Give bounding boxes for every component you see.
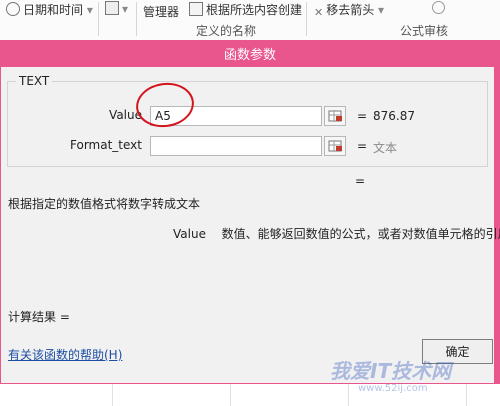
clock-icon bbox=[6, 2, 20, 16]
watermark-url: www.52ij.com bbox=[358, 383, 428, 394]
value-input[interactable]: A5 bbox=[150, 106, 322, 126]
value-result: 876.87 bbox=[373, 109, 415, 123]
column-gridline bbox=[112, 384, 113, 406]
function-help-link[interactable]: 有关该函数的帮助(H) bbox=[8, 346, 122, 363]
group-label-defined-names: 定义的名称 bbox=[196, 24, 257, 38]
watermark-logo: 我爱IT技术网 bbox=[330, 359, 452, 383]
create-from-selection-button[interactable]: 根据所选内容创建 bbox=[189, 1, 302, 18]
remove-arrows-icon: ✕ bbox=[314, 6, 324, 19]
argument-description-name: Value bbox=[173, 227, 206, 241]
format-text-result: 文本 bbox=[373, 141, 398, 155]
ribbon: 日期和时间 ▾ ▾ 管理器 根据所选内容创建 定义的名称 ✕ 移去箭头 ▾ 公式审… bbox=[0, 0, 500, 41]
ribbon-divider bbox=[306, 2, 307, 36]
format-text-collapse-button[interactable] bbox=[324, 136, 346, 156]
column-gridline bbox=[230, 384, 231, 406]
dialog-titlebar[interactable]: 函数参数 bbox=[0, 40, 500, 67]
range-select-icon bbox=[328, 110, 342, 122]
value-collapse-button[interactable] bbox=[324, 106, 346, 126]
function-result-equals: = bbox=[355, 174, 366, 188]
name-manager-button[interactable]: 管理器 bbox=[143, 3, 179, 20]
arg-label-value: Value bbox=[109, 108, 142, 122]
function-name: TEXT bbox=[16, 74, 53, 88]
format-text-equals: = bbox=[357, 139, 368, 153]
value-equals: = bbox=[357, 109, 368, 123]
arg-label-format-text: Format_text bbox=[70, 138, 142, 152]
ribbon-divider bbox=[98, 2, 99, 36]
range-select-icon bbox=[328, 140, 342, 152]
dialog-body: TEXT Value A5 = 876.87 Format_text = 文本 … bbox=[1, 67, 500, 383]
argument-description-text: 数值、能够返回数值的公式，或者对数值单元格的引用 bbox=[221, 227, 500, 241]
group-label-formula-auditing: 公式审核 bbox=[400, 24, 449, 38]
calculation-result-label: 计算结果 = bbox=[8, 310, 70, 324]
column-gridline bbox=[348, 384, 349, 406]
date-time-button[interactable]: 日期和时间 ▾ bbox=[6, 1, 93, 18]
dialog-title: 函数参数 bbox=[223, 48, 276, 63]
format-text-input[interactable] bbox=[150, 136, 322, 156]
remove-arrows-button[interactable]: ✕ 移去箭头 ▾ bbox=[314, 1, 384, 19]
function-list-icon bbox=[105, 1, 119, 15]
function-arguments-dialog: 函数参数 TEXT Value A5 = 876.87 Format_text bbox=[0, 40, 500, 384]
argument-description: Value 数值、能够返回数值的公式，或者对数值单元格的引用 bbox=[173, 225, 500, 242]
more-functions-button[interactable]: ▾ bbox=[105, 1, 128, 16]
evaluate-formula-icon[interactable] bbox=[432, 1, 448, 15]
ribbon-divider bbox=[136, 2, 137, 36]
function-description: 根据指定的数值格式将数字转成文本 bbox=[8, 197, 201, 211]
create-names-icon bbox=[189, 2, 203, 16]
column-gridline bbox=[466, 384, 467, 406]
